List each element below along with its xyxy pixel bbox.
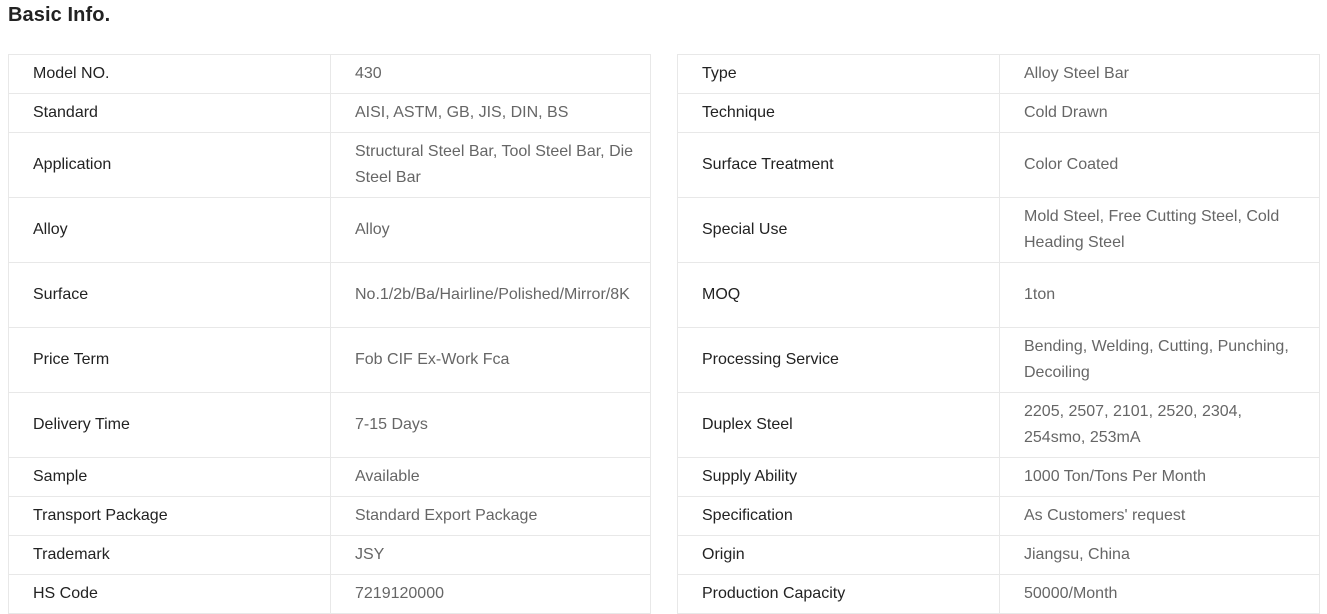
spec-value: 50000/Month: [999, 574, 1320, 614]
spec-label: Price Term: [8, 327, 331, 393]
spec-value: Alloy: [330, 197, 651, 263]
table-row: Processing Service Bending, Welding, Cut…: [677, 327, 1320, 393]
spec-label: Model NO.: [8, 54, 331, 94]
spec-value: 430: [330, 54, 651, 94]
table-row: Surface No.1/2b/Ba/Hairline/Polished/Mir…: [8, 262, 651, 328]
spec-label: Surface Treatment: [677, 132, 1000, 198]
table-row: Sample Available: [8, 457, 651, 497]
spec-table-right: Type Alloy Steel Bar Technique Cold Draw…: [677, 54, 1320, 614]
spec-label: Transport Package: [8, 496, 331, 536]
spec-value: Jiangsu, China: [999, 535, 1320, 575]
table-row: Special Use Mold Steel, Free Cutting Ste…: [677, 197, 1320, 263]
spec-value: 7219120000: [330, 574, 651, 614]
spec-label: Technique: [677, 93, 1000, 133]
table-row: Specification As Customers' request: [677, 496, 1320, 536]
section-title: Basic Info.: [8, 4, 111, 26]
spec-label: Trademark: [8, 535, 331, 575]
spec-label: Processing Service: [677, 327, 1000, 393]
spec-value: Alloy Steel Bar: [999, 54, 1320, 94]
table-row: Transport Package Standard Export Packag…: [8, 496, 651, 536]
table-row: Type Alloy Steel Bar: [677, 54, 1320, 94]
table-row: Supply Ability 1000 Ton/Tons Per Month: [677, 457, 1320, 497]
spec-label: Production Capacity: [677, 574, 1000, 614]
spec-value: 1ton: [999, 262, 1320, 328]
table-row: Delivery Time 7-15 Days: [8, 392, 651, 458]
spec-value: AISI, ASTM, GB, JIS, DIN, BS: [330, 93, 651, 133]
table-row: Alloy Alloy: [8, 197, 651, 263]
table-row: Model NO. 430: [8, 54, 651, 94]
spec-label: MOQ: [677, 262, 1000, 328]
table-row: HS Code 7219120000: [8, 574, 651, 614]
spec-value: Standard Export Package: [330, 496, 651, 536]
spec-label: Sample: [8, 457, 331, 497]
table-row: Trademark JSY: [8, 535, 651, 575]
table-row: MOQ 1ton: [677, 262, 1320, 328]
spec-value: No.1/2b/Ba/Hairline/Polished/Mirror/8K: [330, 262, 651, 328]
spec-value: 7-15 Days: [330, 392, 651, 458]
spec-value: Fob CIF Ex-Work Fca: [330, 327, 651, 393]
spec-value: 1000 Ton/Tons Per Month: [999, 457, 1320, 497]
spec-label: Supply Ability: [677, 457, 1000, 497]
spec-value: JSY: [330, 535, 651, 575]
spec-label: Surface: [8, 262, 331, 328]
spec-value: Structural Steel Bar, Tool Steel Bar, Di…: [330, 132, 651, 198]
spec-value: Color Coated: [999, 132, 1320, 198]
spec-label: Specification: [677, 496, 1000, 536]
table-row: Origin Jiangsu, China: [677, 535, 1320, 575]
table-row: Standard AISI, ASTM, GB, JIS, DIN, BS: [8, 93, 651, 133]
spec-label: Application: [8, 132, 331, 198]
spec-value: Available: [330, 457, 651, 497]
spec-value: Bending, Welding, Cutting, Punching, Dec…: [999, 327, 1320, 393]
spec-value: 2205, 2507, 2101, 2520, 2304, 254smo, 25…: [999, 392, 1320, 458]
spec-label: Delivery Time: [8, 392, 331, 458]
spec-label: Standard: [8, 93, 331, 133]
spec-value: Cold Drawn: [999, 93, 1320, 133]
spec-table-left: Model NO. 430 Standard AISI, ASTM, GB, J…: [8, 54, 651, 614]
spec-label: Duplex Steel: [677, 392, 1000, 458]
table-row: Surface Treatment Color Coated: [677, 132, 1320, 198]
table-row: Technique Cold Drawn: [677, 93, 1320, 133]
table-row: Duplex Steel 2205, 2507, 2101, 2520, 230…: [677, 392, 1320, 458]
spec-label: Alloy: [8, 197, 331, 263]
spec-label: Special Use: [677, 197, 1000, 263]
spec-label: HS Code: [8, 574, 331, 614]
table-row: Application Structural Steel Bar, Tool S…: [8, 132, 651, 198]
spec-value: Mold Steel, Free Cutting Steel, Cold Hea…: [999, 197, 1320, 263]
spec-label: Type: [677, 54, 1000, 94]
spec-value: As Customers' request: [999, 496, 1320, 536]
table-row: Price Term Fob CIF Ex-Work Fca: [8, 327, 651, 393]
spec-label: Origin: [677, 535, 1000, 575]
table-row: Production Capacity 50000/Month: [677, 574, 1320, 614]
